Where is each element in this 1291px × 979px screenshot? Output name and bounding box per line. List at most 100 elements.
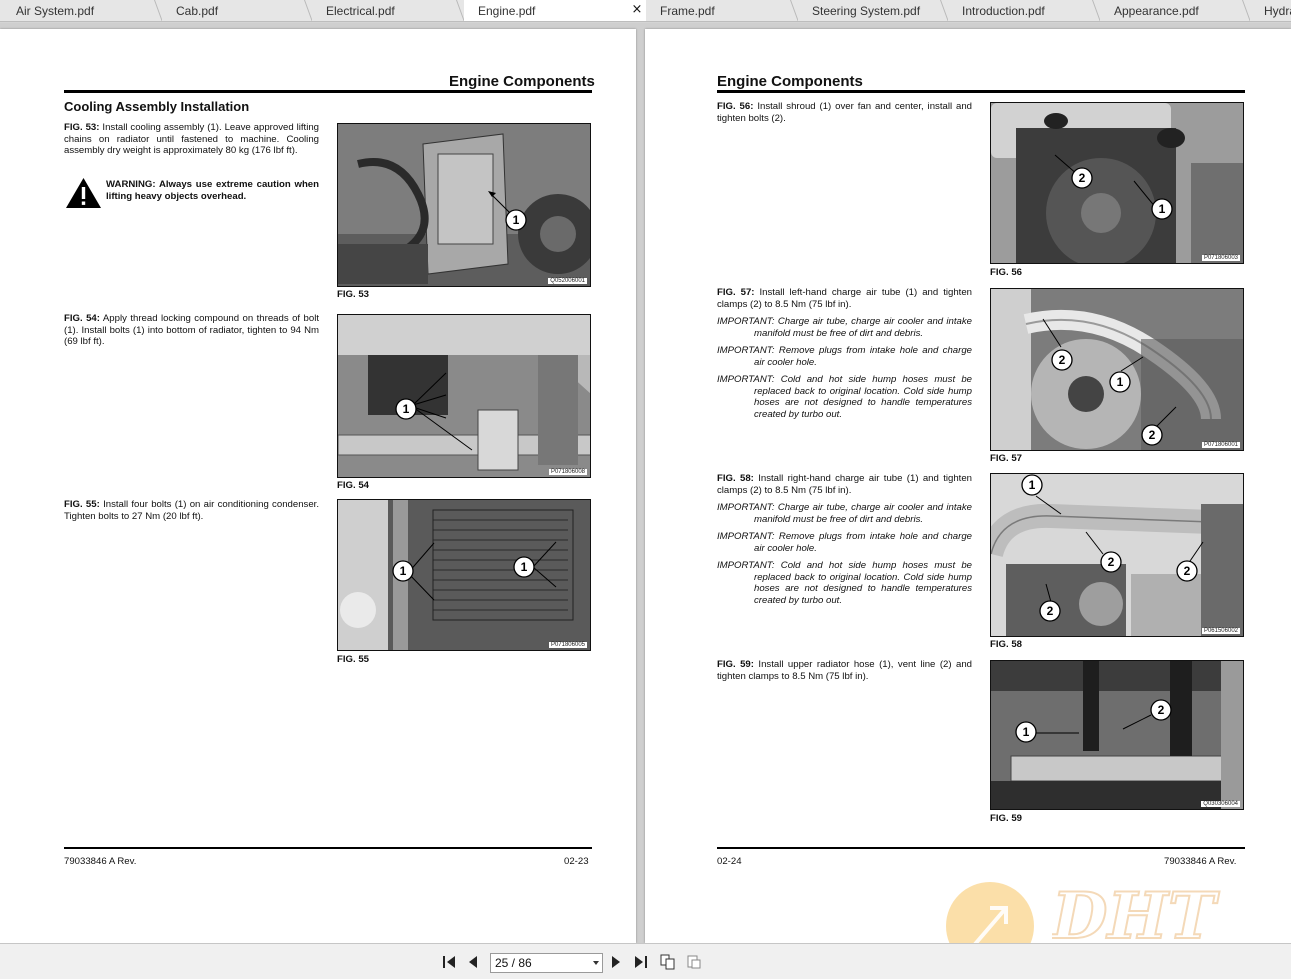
figure-label: FIG. 59 (990, 813, 1022, 824)
warning-icon (66, 178, 101, 208)
fig54-instruction: FIG. 54: Apply thread locking compound o… (64, 313, 319, 348)
next-page-icon[interactable] (608, 954, 624, 970)
fig-lead: FIG. 54: (64, 313, 100, 324)
figure-label: FIG. 56 (990, 267, 1022, 278)
callout-1-right: 1 (513, 556, 535, 578)
important-note: IMPORTANT: Charge air tube, charge air c… (717, 502, 972, 525)
svg-text:2: 2 (1059, 353, 1066, 367)
document-viewport[interactable]: Engine Components Cooling Assembly Insta… (0, 23, 1291, 943)
fig57-instruction: FIG. 57: Install left-hand charge air tu… (717, 287, 972, 310)
tab-engine[interactable]: Engine.pdf × (464, 0, 646, 21)
footer-rule (64, 847, 592, 849)
tab-cab[interactable]: Cab.pdf (162, 0, 312, 21)
important-note: IMPORTANT: Remove plugs from intake hole… (717, 531, 972, 554)
fig-text: Install four bolts (1) on air conditioni… (64, 499, 319, 522)
figure-54: 1 P071806008 (337, 314, 591, 478)
tab-steering-system[interactable]: Steering System.pdf (798, 0, 948, 21)
fig-text: Install shroud (1) over fan and center, … (717, 101, 972, 124)
svg-text:1: 1 (521, 560, 528, 574)
figure-code: Q030306004 (1201, 801, 1240, 807)
figure-code: P071806001 (1201, 442, 1240, 448)
header-rule (64, 90, 592, 93)
tab-label: Appearance.pdf (1114, 4, 1199, 18)
fig-text: Install upper radiator hose (1), vent li… (717, 659, 972, 682)
figure-55: 1 1 P071806005 (337, 499, 591, 651)
callout-2: 2 (1176, 560, 1198, 582)
tab-label: Hydra (1264, 4, 1291, 18)
page-left: Engine Components Cooling Assembly Insta… (0, 29, 636, 943)
tab-air-system[interactable]: Air System.pdf (0, 0, 162, 21)
figure-57: 2 1 2 P071806001 (990, 288, 1244, 451)
svg-text:2: 2 (1108, 555, 1115, 569)
tab-label: Frame.pdf (660, 4, 715, 18)
callout-1: 1 (1021, 474, 1043, 496)
footer-doc-number: 79033846 A Rev. (64, 856, 137, 867)
page-header-title: Engine Components (449, 73, 595, 90)
figure-58: 1 2 2 2 P061506002 (990, 473, 1244, 637)
figure-53: 1 Q052006001 (337, 123, 591, 287)
important-note: IMPORTANT: Cold and hot side hump hoses … (717, 374, 972, 420)
figure-code: P061506002 (1201, 628, 1240, 634)
svg-text:1: 1 (1117, 375, 1124, 389)
fig56-instruction: FIG. 56: Install shroud (1) over fan and… (717, 101, 972, 124)
fig58-instruction: FIG. 58: Install right-hand charge air t… (717, 473, 972, 496)
continuous-view-icon[interactable] (660, 954, 676, 970)
callout-2: 2 (1141, 424, 1163, 446)
last-page-icon[interactable] (633, 954, 649, 970)
section-title: Cooling Assembly Installation (64, 99, 250, 114)
figure-label: FIG. 54 (337, 480, 369, 491)
callout-1: 1 (395, 398, 417, 420)
svg-text:1: 1 (403, 402, 410, 416)
figure-code: P071806003 (1201, 255, 1240, 261)
tab-label: Cab.pdf (176, 4, 219, 18)
callout-1: 1 (1151, 198, 1173, 220)
fig-lead: FIG. 57: (717, 287, 755, 298)
figure-code: P071806008 (548, 469, 587, 475)
previous-page-icon[interactable] (465, 954, 481, 970)
figure-label: FIG. 58 (990, 639, 1022, 650)
pdf-viewer-window: Air System.pdf Cab.pdf Electrical.pdf En… (0, 0, 1291, 979)
callout-1: 1 (1109, 371, 1131, 393)
tab-hydraulics[interactable]: Hydra (1250, 0, 1291, 21)
fig-text: Apply thread locking compound on threads… (64, 313, 319, 347)
tab-label: Introduction.pdf (962, 4, 1045, 18)
fig-text: Install left-hand charge air tube (1) an… (717, 287, 972, 310)
important-note: IMPORTANT: Cold and hot side hump hoses … (717, 560, 972, 606)
svg-text:1: 1 (513, 213, 520, 227)
svg-text:1: 1 (1159, 202, 1166, 216)
figure-label: FIG. 53 (337, 289, 369, 300)
callout-1: 1 (505, 209, 527, 231)
fig53-instruction: FIG. 53: Install cooling assembly (1). L… (64, 122, 319, 157)
warning-lead: WARNING: (106, 179, 156, 190)
svg-text:2: 2 (1158, 703, 1165, 717)
page-number-select[interactable]: 25 / 86 (490, 953, 603, 973)
svg-text:2: 2 (1184, 564, 1191, 578)
close-icon[interactable]: × (630, 3, 644, 17)
footer-doc-number: 79033846 A Rev. (1164, 856, 1237, 867)
page-header-title: Engine Components (717, 73, 863, 90)
callout-1: 1 (1015, 721, 1037, 743)
fig-lead: FIG. 55: (64, 499, 100, 510)
tab-introduction[interactable]: Introduction.pdf (948, 0, 1100, 21)
tab-label: Air System.pdf (16, 4, 95, 18)
first-page-icon[interactable] (441, 954, 457, 970)
callout-1-left: 1 (392, 560, 414, 582)
svg-text:2: 2 (1149, 428, 1156, 442)
footer-rule (717, 847, 1245, 849)
figure-label: FIG. 57 (990, 453, 1022, 464)
footer-page-number: 02-23 (564, 856, 589, 867)
header-rule (717, 90, 1245, 93)
figure-56: 2 1 P071806003 (990, 102, 1244, 264)
svg-text:1: 1 (1029, 478, 1036, 492)
fig-lead: FIG. 59: (717, 659, 754, 670)
fig59-instruction: FIG. 59: Install upper radiator hose (1)… (717, 659, 972, 682)
tab-appearance[interactable]: Appearance.pdf (1100, 0, 1250, 21)
tab-frame[interactable]: Frame.pdf (646, 0, 798, 21)
tab-electrical[interactable]: Electrical.pdf (312, 0, 464, 21)
single-page-icon[interactable] (686, 954, 702, 970)
important-note: IMPORTANT: Remove plugs from intake hole… (717, 345, 972, 368)
chevron-down-icon[interactable] (593, 961, 599, 965)
figure-59: 1 2 Q030306004 (990, 660, 1244, 810)
svg-text:2: 2 (1079, 171, 1086, 185)
figure-code: P071806005 (548, 642, 587, 648)
